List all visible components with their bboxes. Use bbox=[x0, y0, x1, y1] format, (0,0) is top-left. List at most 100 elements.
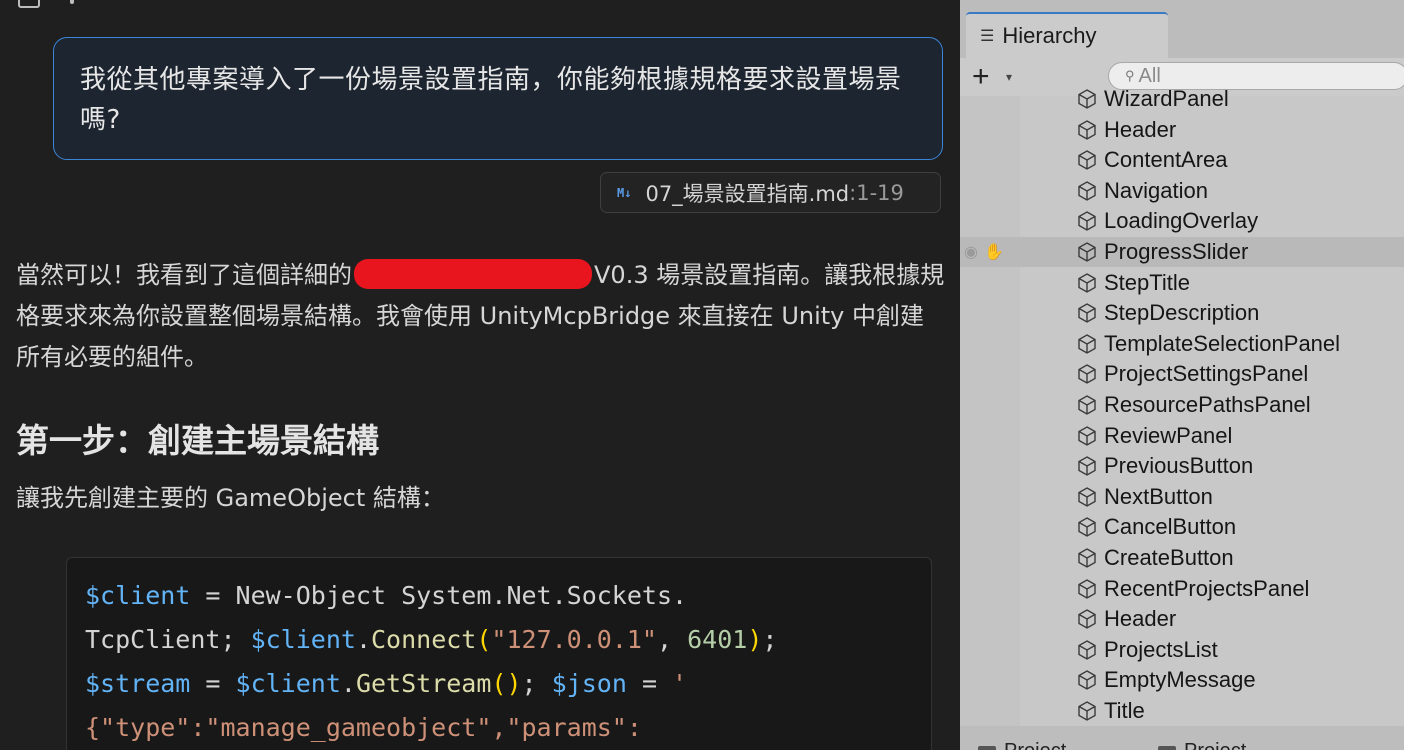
tab-project[interactable]: Project bbox=[978, 740, 1066, 750]
hierarchy-item-label: CancelButton bbox=[1104, 514, 1237, 540]
step-heading: 第一步：創建主場景結構 bbox=[16, 421, 379, 460]
hand-icon[interactable]: ✋ bbox=[984, 242, 1004, 262]
code-token: () bbox=[491, 669, 522, 698]
code-token: , bbox=[657, 625, 688, 654]
code-token: "127.0.0.1" bbox=[491, 625, 657, 654]
hierarchy-item-label: ContentArea bbox=[1104, 147, 1228, 173]
gameobject-icon bbox=[1076, 425, 1098, 447]
hierarchy-item-label: Title bbox=[1104, 698, 1145, 723]
hierarchy-item-label: ProjectSettingsPanel bbox=[1104, 361, 1309, 387]
hierarchy-item-label: TemplateSelectionPanel bbox=[1104, 330, 1341, 356]
gameobject-icon bbox=[1076, 302, 1098, 324]
code-token: ; bbox=[762, 625, 778, 654]
code-token: = bbox=[190, 669, 236, 698]
code-token: ' bbox=[672, 669, 688, 698]
hierarchy-item-label: Header bbox=[1104, 116, 1177, 142]
code-token: {"type":"manage_gameobject","params": bbox=[85, 713, 642, 742]
hierarchy-item-label: Header bbox=[1104, 606, 1177, 632]
code-token: ; bbox=[521, 669, 552, 698]
code-token: = bbox=[626, 669, 673, 698]
code-token: $client bbox=[235, 669, 341, 698]
gameobject-icon bbox=[1076, 241, 1098, 263]
hierarchy-item-label: RecentProjectsPanel bbox=[1104, 575, 1310, 601]
gameobject-icon bbox=[1076, 669, 1098, 691]
user-message-text: 我從其他專案導入了一份場景設置指南，你能夠根據規格要求設置場景嗎? bbox=[80, 65, 902, 135]
gameobject-icon bbox=[1076, 210, 1098, 232]
hierarchy-item[interactable]: ◉ ✋ ProgressSlider bbox=[960, 237, 1404, 267]
gameobject-icon bbox=[1076, 547, 1098, 569]
hierarchy-item[interactable]: LoadingOverlay bbox=[960, 206, 1404, 236]
hierarchy-item[interactable]: StepDescription bbox=[960, 298, 1404, 328]
hierarchy-item[interactable]: Header bbox=[960, 115, 1404, 145]
copy-icon[interactable] bbox=[18, 0, 40, 8]
hierarchy-item[interactable]: RecentProjectsPanel bbox=[960, 574, 1404, 604]
code-token: . bbox=[340, 669, 356, 698]
assistant-reply: 當然可以！我看到了這個詳細的 V0.3 場景設置指南。讓我根據規格要求來為你設置整… bbox=[16, 255, 946, 378]
code-token: TcpClient; bbox=[85, 625, 251, 654]
hierarchy-item-label: ReviewPanel bbox=[1104, 422, 1233, 448]
hierarchy-item[interactable]: ResourcePathsPanel bbox=[960, 390, 1404, 420]
tab-hierarchy[interactable]: ☰ Hierarchy bbox=[966, 12, 1168, 58]
hierarchy-item[interactable]: StepTitle bbox=[960, 268, 1404, 298]
hierarchy-item[interactable]: CancelButton bbox=[960, 512, 1404, 542]
hierarchy-item[interactable]: Header bbox=[960, 604, 1404, 634]
hierarchy-item[interactable]: ReviewPanel bbox=[960, 421, 1404, 451]
bottom-tabbar: Project Project bbox=[960, 726, 1404, 750]
redaction-mark bbox=[354, 259, 592, 289]
visibility-toggle[interactable]: ◉ ✋ bbox=[960, 237, 1004, 267]
code-token: $client bbox=[250, 625, 356, 654]
attachment-name: 07_場景設置指南.md bbox=[645, 181, 850, 206]
user-message-bubble: 我從其他專案導入了一份場景設置指南，你能夠根據規格要求設置場景嗎? bbox=[53, 37, 943, 160]
gameobject-icon bbox=[1076, 608, 1098, 630]
hierarchy-item-label: LoadingOverlay bbox=[1104, 208, 1259, 234]
code-block[interactable]: $client = New-Object System.Net.Sockets.… bbox=[66, 557, 932, 750]
hierarchy-item-label: CreateButton bbox=[1104, 545, 1234, 570]
hierarchy-item[interactable]: Navigation bbox=[960, 176, 1404, 206]
hierarchy-item[interactable]: Title bbox=[960, 696, 1404, 726]
code-token: $json bbox=[551, 669, 627, 698]
reply-text-1: 當然可以！我看到了這個詳細的 bbox=[16, 261, 352, 289]
code-token: ( bbox=[476, 625, 492, 654]
gameobject-icon bbox=[1076, 119, 1098, 141]
hierarchy-item-label: Navigation bbox=[1104, 177, 1208, 203]
hierarchy-item-label: StepTitle bbox=[1104, 269, 1191, 295]
tab-hierarchy-label: Hierarchy bbox=[1002, 23, 1097, 48]
hierarchy-item[interactable]: NextButton bbox=[960, 482, 1404, 512]
intro-paragraph: 讓我先創建主要的 GameObject 結構： bbox=[16, 484, 445, 512]
folder-icon bbox=[978, 745, 996, 750]
hierarchy-item[interactable]: WizardPanel bbox=[960, 84, 1404, 114]
code-token: Connect bbox=[371, 625, 477, 654]
gameobject-icon bbox=[1076, 455, 1098, 477]
code-token: = bbox=[190, 581, 236, 610]
hierarchy-item-label: ProjectsList bbox=[1104, 636, 1218, 662]
gameobject-icon bbox=[1076, 333, 1098, 355]
hierarchy-item[interactable]: PreviousButton bbox=[960, 451, 1404, 481]
chevron-down-icon[interactable]: ▾ bbox=[1006, 70, 1012, 84]
hierarchy-item-label: ProgressSlider bbox=[1104, 239, 1249, 264]
gameobject-icon bbox=[1076, 149, 1098, 171]
edit-icon[interactable] bbox=[70, 0, 74, 4]
chat-top-toolbar bbox=[18, 0, 74, 10]
attachment-chip[interactable]: M↓ 07_場景設置指南.md:1-19 bbox=[600, 172, 941, 213]
gameobject-icon bbox=[1076, 180, 1098, 202]
hierarchy-item[interactable]: ContentArea bbox=[960, 145, 1404, 175]
code-token: $stream bbox=[85, 669, 191, 698]
chat-panel: 我從其他專案導入了一份場景設置指南，你能夠根據規格要求設置場景嗎? M↓ 07_… bbox=[0, 0, 960, 750]
hierarchy-item[interactable]: ProjectsList bbox=[960, 635, 1404, 665]
tab-project-2[interactable]: Project bbox=[1158, 740, 1246, 750]
gameobject-icon bbox=[1076, 486, 1098, 508]
hierarchy-item-label: EmptyMessage bbox=[1104, 667, 1256, 693]
hierarchy-item-label: NextButton bbox=[1104, 483, 1213, 509]
eye-icon[interactable]: ◉ bbox=[964, 242, 978, 262]
code-token: ) bbox=[747, 625, 763, 654]
code-token: New-Object System.Net.Sockets. bbox=[235, 581, 688, 610]
hierarchy-item[interactable]: EmptyMessage bbox=[960, 665, 1404, 695]
hierarchy-item-label: ResourcePathsPanel bbox=[1104, 392, 1311, 417]
hierarchy-item[interactable]: TemplateSelectionPanel bbox=[960, 329, 1404, 359]
gameobject-icon bbox=[1076, 639, 1098, 661]
hierarchy-item[interactable]: ProjectSettingsPanel bbox=[960, 359, 1404, 389]
gameobject-icon bbox=[1076, 272, 1098, 294]
hierarchy-item[interactable]: CreateButton bbox=[960, 543, 1404, 573]
code-token: $client bbox=[85, 581, 191, 610]
hierarchy-tree: WizardPanel Header ContentArea Navigation Lo… bbox=[960, 86, 1404, 726]
